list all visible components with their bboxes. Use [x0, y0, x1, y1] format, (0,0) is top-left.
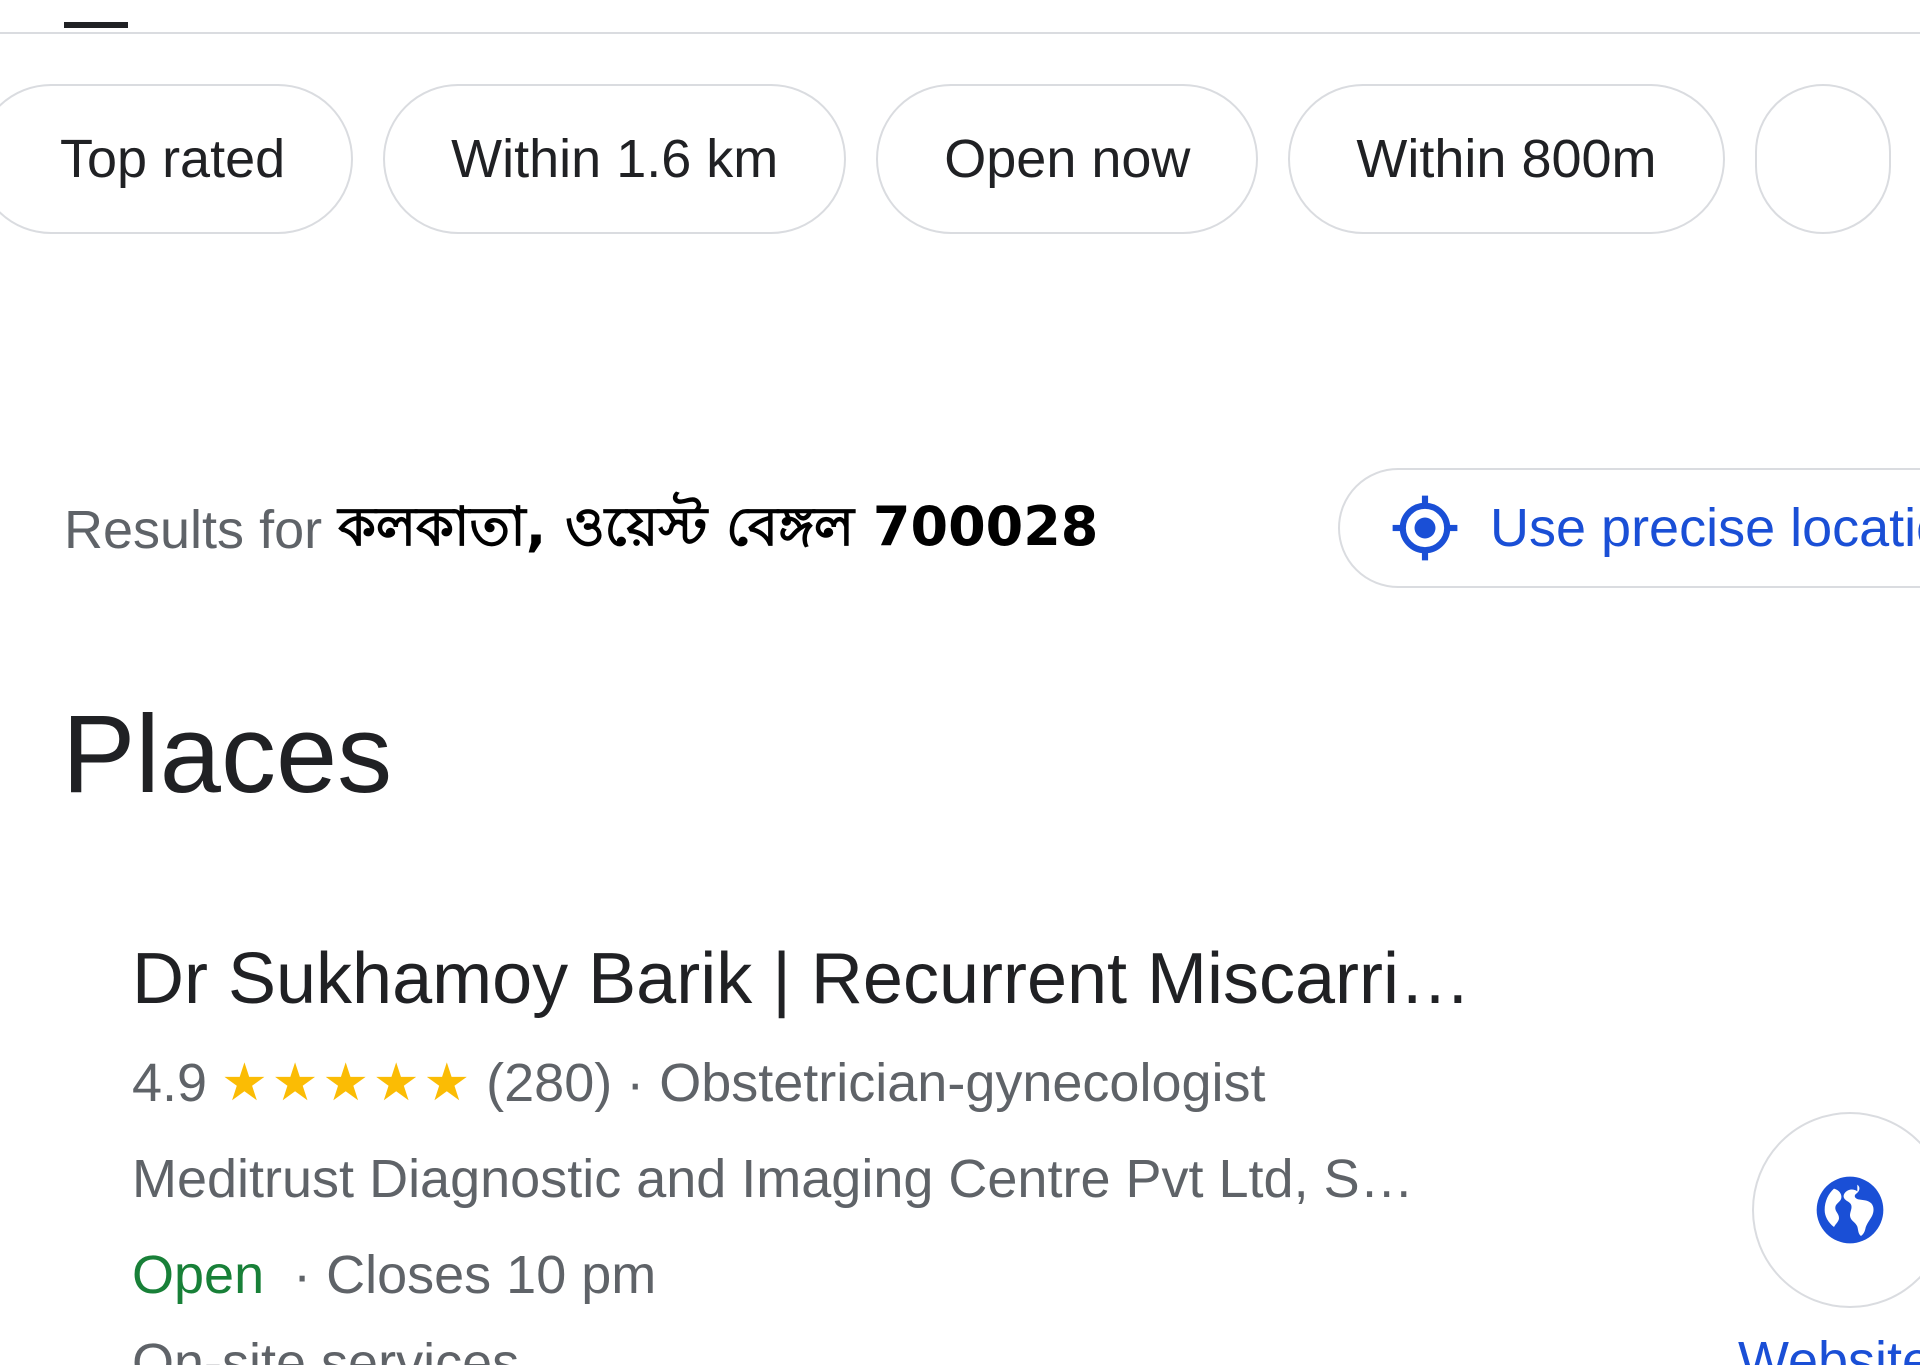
- results-location: Results for কলকাতা, ওয়েস্ট বেঙ্গল 70002…: [64, 490, 1098, 570]
- globe-icon: [1816, 1176, 1884, 1244]
- results-place: কলকাতা, ওয়েস্ট বেঙ্গল 700028: [338, 495, 1099, 558]
- place-hours: Open · Closes 10 pm: [132, 1244, 656, 1306]
- use-precise-location-label: Use precise location: [1490, 498, 1920, 558]
- place-address: Meditrust Diagnostic and Imaging Centre …: [132, 1149, 1414, 1209]
- place-title-link[interactable]: Dr Sukhamoy Barik | Recurrent Miscarri…: [132, 938, 1471, 1020]
- rating-stars-icon: ★★★★★: [221, 1054, 475, 1112]
- search-results-page: Top rated Within 1.6 km Open now Within …: [0, 0, 1920, 1365]
- use-precise-location-button[interactable]: Use precise location: [1338, 468, 1920, 588]
- results-prefix: Results for: [64, 500, 323, 560]
- my-location-icon: [1392, 495, 1458, 561]
- active-tab-indicator: [64, 22, 128, 28]
- chip-open-now[interactable]: Open now: [876, 84, 1259, 234]
- chip-within-1-6-km[interactable]: Within 1.6 km: [383, 84, 847, 234]
- filter-chips: Top rated Within 1.6 km Open now Within …: [0, 84, 1891, 234]
- website-button[interactable]: [1752, 1112, 1920, 1308]
- places-heading: Places: [62, 693, 393, 816]
- open-status: Open: [132, 1245, 265, 1305]
- website-label[interactable]: Website: [1738, 1330, 1920, 1365]
- place-category: · Obstetrician-gynecologist: [626, 1053, 1266, 1113]
- tabs-divider: [0, 32, 1920, 34]
- chip-top-rated[interactable]: Top rated: [0, 84, 354, 234]
- review-count: (280): [486, 1053, 613, 1113]
- rating-value: 4.9: [132, 1053, 208, 1113]
- place-rating-row: 4.9 ★★★★★ (280) · Obstetrician-gynecolog…: [132, 1052, 1266, 1114]
- closing-time: · Closes 10 pm: [293, 1245, 657, 1305]
- chip-more[interactable]: [1754, 84, 1891, 234]
- chip-within-800m[interactable]: Within 800m: [1288, 84, 1725, 234]
- place-services: On-site services: [132, 1333, 520, 1365]
